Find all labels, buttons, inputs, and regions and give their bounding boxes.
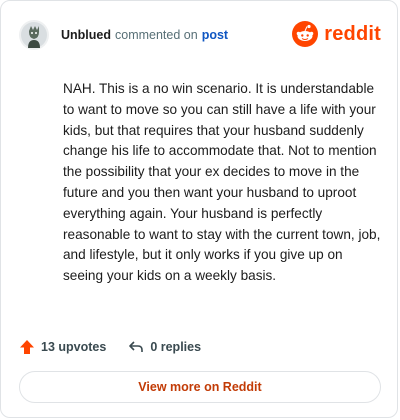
view-more-button[interactable]: View more on Reddit [19,371,381,403]
upvotes-stat[interactable]: 13 upvotes [19,339,106,355]
replies-count: 0 replies [150,340,202,354]
comment-byline: Unblued commented on post [61,28,228,42]
action-text: commented on [115,28,198,42]
avatar[interactable] [19,20,49,50]
embedded-comment-card: Unblued commented on post reddit NAH. Th… [0,0,398,418]
post-link[interactable]: post [202,28,228,42]
reddit-wordmark: reddit [324,22,381,45]
comment-header: Unblued commented on post reddit [19,19,381,51]
avatar-icon [21,22,47,48]
comment-footer: 13 upvotes 0 replies [19,339,201,355]
upvotes-count: 13 upvotes [41,340,107,354]
replies-stat[interactable]: 0 replies [128,339,201,355]
username-link[interactable]: Unblued [61,28,111,42]
upvote-arrow-icon [20,340,34,354]
reply-arrow-icon [129,341,144,352]
reddit-snoo-icon [292,21,319,47]
reddit-logo[interactable]: reddit [292,21,381,47]
comment-body: NAH. This is a no win scenario. It is un… [63,81,381,284]
